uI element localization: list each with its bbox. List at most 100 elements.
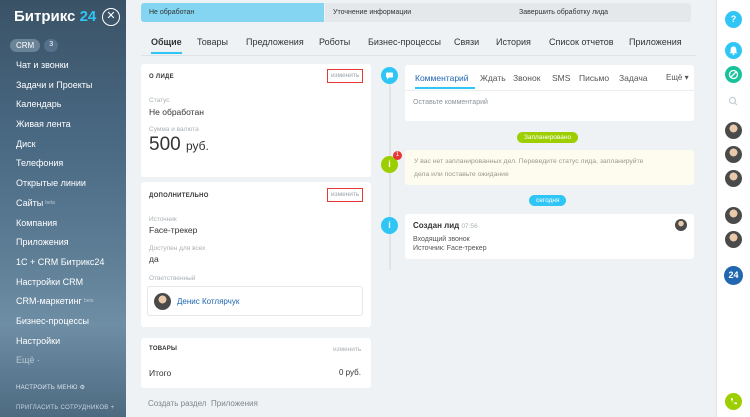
bell-icon[interactable] — [725, 42, 742, 59]
open-lines-icon[interactable] — [725, 66, 742, 83]
comment-icon — [381, 67, 398, 84]
invite-employees-link[interactable]: ПРИГЛАСИТЬ СОТРУДНИКОВ + — [16, 405, 114, 411]
sidebar-item[interactable]: Компания — [16, 214, 122, 234]
sidebar-item[interactable]: Календарь — [16, 95, 122, 115]
tab-reports[interactable]: Список отчетов — [549, 37, 614, 47]
left-sidebar: Битрикс 24 ✕ CRM 3 Чат и звонки Задачи и … — [0, 0, 126, 417]
additional-card: ДОПОЛНИТЕЛЬНО изменить Источник Face-тре… — [141, 182, 371, 327]
source-value[interactable]: Face-трекер — [149, 225, 197, 235]
sidebar-item-label: Телефония — [16, 158, 64, 169]
tab-offers[interactable]: Предложения — [246, 37, 304, 47]
setup-menu-link[interactable]: НАСТРОИТЬ МЕНЮ ⚙ — [16, 384, 85, 391]
event-time: 07:56 — [461, 223, 478, 230]
composer-tab-task[interactable]: Задача — [619, 73, 648, 83]
active-tab-underline — [415, 87, 475, 89]
comment-input[interactable]: Оставьте комментарий — [413, 99, 488, 106]
sidebar-item[interactable]: 1С + CRM Битрикс24 — [16, 253, 122, 273]
search-icon[interactable] — [725, 93, 742, 110]
composer-tab-email[interactable]: Письмо — [579, 73, 609, 83]
avatar[interactable] — [725, 170, 742, 187]
sidebar-item[interactable]: Бизнес-процессы — [16, 312, 122, 332]
sidebar-item[interactable]: Задачи и Проекты — [16, 76, 122, 96]
sidebar-item[interactable]: Телефония — [16, 154, 122, 174]
tab-history[interactable]: История — [496, 37, 531, 47]
sidebar-item-label: Компания — [16, 217, 58, 228]
sidebar-item[interactable]: Чат и звонки — [16, 56, 122, 76]
sidebar-item[interactable]: Сайты beta — [16, 194, 122, 214]
tab-goods[interactable]: Товары — [197, 37, 228, 47]
crm-menu-row[interactable]: CRM 3 — [10, 39, 59, 52]
close-icon[interactable]: ✕ — [102, 8, 120, 26]
planned-empty-card: У вас нет запланированных дел. Переведит… — [405, 150, 694, 185]
composer-tab-comment[interactable]: Комментарий — [415, 73, 469, 83]
amount-number: 500 — [149, 134, 181, 155]
avatar[interactable] — [725, 122, 742, 139]
composer-tab-wait[interactable]: Ждать — [480, 73, 506, 83]
sidebar-item-label: Настройки — [16, 335, 61, 346]
beta-badge: beta — [83, 298, 94, 305]
card-title: О ЛИДЕ — [149, 74, 174, 80]
composer-more-button[interactable]: Ещё ▾ — [666, 73, 689, 82]
total-value: 0 руб. — [339, 368, 361, 377]
create-section-link[interactable]: Создать раздел — [148, 399, 206, 408]
planned-badge: Запланировано — [517, 132, 579, 143]
avatar[interactable] — [725, 146, 742, 163]
status-value[interactable]: Не обработан — [149, 107, 204, 117]
bitrix24-network-icon[interactable]: 24 — [724, 266, 743, 285]
logo-text: Битрикс — [14, 8, 76, 25]
tab-robots[interactable]: Роботы — [319, 37, 350, 47]
event-title-text: Создан лид — [413, 221, 460, 230]
beta-badge: beta — [45, 199, 55, 206]
stage-finish[interactable]: Завершить обработку лида — [511, 3, 691, 22]
amount-value[interactable]: 500 руб. — [149, 134, 209, 156]
composer-tab-call[interactable]: Звонок — [513, 73, 540, 83]
edit-goods-button[interactable]: изменить — [333, 346, 361, 353]
responsible-box[interactable]: Денис Котлярчук — [147, 286, 363, 316]
responsible-name[interactable]: Денис Котлярчук — [177, 297, 239, 306]
stage-active[interactable]: Не обработан — [141, 3, 324, 22]
tab-apps[interactable]: Приложения — [629, 37, 682, 47]
sidebar-item-label: Сайты — [16, 197, 44, 208]
sidebar-item-label: Настройки CRM — [16, 276, 84, 287]
sidebar-item[interactable]: Настройки — [16, 332, 122, 352]
responsible-label: Ответственный — [149, 275, 196, 282]
sidebar-menu: Чат и звонки Задачи и Проекты Календарь Жив… — [16, 56, 122, 371]
source-label: Источник — [149, 216, 177, 223]
total-label: Итого — [149, 368, 172, 378]
sidebar-item-label: Задачи и Проекты — [16, 79, 93, 90]
event-line1: Входящий звонок — [413, 236, 470, 243]
composer-tab-sms[interactable]: SMS — [552, 73, 570, 83]
sidebar-item-label: Диск — [16, 138, 36, 149]
sidebar-item[interactable]: Живая лента — [16, 115, 122, 135]
stage-clarify[interactable]: Уточнение информации — [325, 3, 511, 22]
today-badge: сегодня — [529, 195, 567, 206]
planned-text-line1: У вас нет запланированных дел. Переведит… — [414, 158, 644, 165]
help-icon[interactable]: ? — [725, 11, 742, 28]
sidebar-item[interactable]: Диск — [16, 135, 122, 155]
apps-link[interactable]: Приложения — [211, 399, 258, 408]
phone-icon[interactable] — [725, 393, 742, 410]
tab-business-processes[interactable]: Бизнес-процессы — [368, 37, 441, 47]
crm-menu-item[interactable]: CRM — [10, 39, 41, 52]
sidebar-item[interactable]: Ещё · — [16, 351, 122, 371]
sidebar-item-label: Приложения — [16, 237, 69, 248]
avatar[interactable] — [725, 231, 742, 248]
status-label: Статус — [149, 97, 170, 104]
event-author-avatar[interactable] — [675, 219, 687, 231]
about-lead-card: О ЛИДЕ изменить Статус Не обработан Сумм… — [141, 64, 371, 177]
sidebar-item[interactable]: Настройки CRM — [16, 273, 122, 293]
tab-general[interactable]: Общие — [151, 37, 182, 54]
detail-tabs: Общие Товары Предложения Роботы Бизнес-п… — [141, 28, 696, 56]
avatar[interactable] — [725, 207, 742, 224]
tab-links[interactable]: Связи — [454, 37, 479, 47]
sidebar-item-label: Живая лента — [16, 119, 71, 130]
edit-additional-button[interactable]: изменить — [327, 188, 364, 202]
edit-about-button[interactable]: изменить — [327, 69, 364, 83]
sidebar-item[interactable]: Открытые линии — [16, 174, 122, 194]
goods-card: ТОВАРЫ изменить Итого 0 руб. — [141, 338, 371, 388]
available-value[interactable]: да — [149, 254, 159, 264]
sidebar-item[interactable]: Приложения — [16, 233, 122, 253]
bitrix24-logo[interactable]: Битрикс 24 — [14, 8, 96, 25]
sidebar-item[interactable]: CRM-маркетинг beta — [16, 292, 122, 312]
sidebar-item-label: 1С + CRM Битрикс24 — [16, 256, 105, 267]
